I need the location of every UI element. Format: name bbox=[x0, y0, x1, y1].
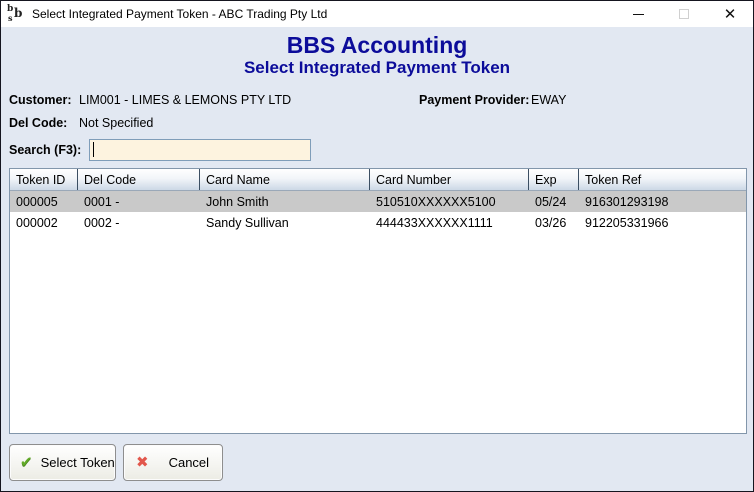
table-cell: 05/24 bbox=[529, 191, 579, 212]
title-bar: b b s Select Integrated Payment Token - … bbox=[1, 1, 753, 27]
table-row[interactable]: 0000020002 -Sandy Sullivan444433XXXXXX11… bbox=[10, 212, 746, 233]
select-token-button[interactable]: ✔ Select Token bbox=[9, 444, 116, 481]
app-icon-letter: s bbox=[8, 13, 13, 23]
dialog-subtitle: Select Integrated Payment Token bbox=[1, 58, 753, 78]
customer-label: Customer: bbox=[9, 93, 72, 107]
table-cell: 03/26 bbox=[529, 212, 579, 233]
column-header-token-ref[interactable]: Token Ref bbox=[579, 169, 746, 190]
table-cell: 912205331966 bbox=[579, 212, 746, 233]
column-header-card-number[interactable]: Card Number bbox=[370, 169, 529, 190]
token-table: Token IDDel CodeCard NameCard NumberExpT… bbox=[9, 168, 747, 434]
table-cell: 000002 bbox=[10, 212, 78, 233]
search-input[interactable] bbox=[89, 139, 311, 161]
customer-value: LIM001 - LIMES & LEMONS PTY LTD bbox=[79, 93, 291, 107]
table-cell: 916301293198 bbox=[579, 191, 746, 212]
minimize-button[interactable] bbox=[615, 1, 661, 27]
table-cell: 510510XXXXXX5100 bbox=[370, 191, 529, 212]
cancel-label: Cancel bbox=[169, 455, 209, 470]
column-header-exp[interactable]: Exp bbox=[529, 169, 579, 190]
cancel-button[interactable]: ✖ Cancel bbox=[123, 444, 223, 481]
del-code-value: Not Specified bbox=[79, 116, 153, 130]
table-body: 0000050001 -John Smith510510XXXXXX510005… bbox=[10, 191, 746, 233]
window-title: Select Integrated Payment Token - ABC Tr… bbox=[32, 7, 327, 21]
close-button[interactable]: ✕ bbox=[707, 1, 753, 27]
table-header: Token IDDel CodeCard NameCard NumberExpT… bbox=[10, 169, 746, 191]
table-cell: 0002 - bbox=[78, 212, 200, 233]
table-cell: John Smith bbox=[200, 191, 370, 212]
select-token-label: Select Token bbox=[41, 455, 115, 470]
payment-provider-value: EWAY bbox=[531, 93, 566, 107]
app-icon-letter: b bbox=[14, 6, 22, 20]
table-cell: 444433XXXXXX1111 bbox=[370, 212, 529, 233]
search-label: Search (F3): bbox=[9, 143, 81, 157]
minimize-icon bbox=[633, 14, 644, 15]
app-title: BBS Accounting bbox=[1, 32, 753, 59]
table-cell: 0001 - bbox=[78, 191, 200, 212]
dialog-window: b b s Select Integrated Payment Token - … bbox=[0, 0, 754, 492]
table-row[interactable]: 0000050001 -John Smith510510XXXXXX510005… bbox=[10, 191, 746, 212]
cross-icon: ✖ bbox=[136, 455, 149, 470]
payment-provider-label: Payment Provider: bbox=[419, 93, 529, 107]
table-cell: 000005 bbox=[10, 191, 78, 212]
column-header-del-code[interactable]: Del Code bbox=[78, 169, 200, 190]
column-header-token-id[interactable]: Token ID bbox=[10, 169, 78, 190]
text-caret bbox=[93, 142, 94, 157]
column-header-card-name[interactable]: Card Name bbox=[200, 169, 370, 190]
app-icon: b b s bbox=[7, 6, 25, 23]
maximize-button bbox=[661, 1, 707, 27]
del-code-label: Del Code: bbox=[9, 116, 67, 130]
table-cell: Sandy Sullivan bbox=[200, 212, 370, 233]
check-icon: ✔ bbox=[20, 455, 33, 470]
maximize-icon bbox=[679, 9, 689, 19]
